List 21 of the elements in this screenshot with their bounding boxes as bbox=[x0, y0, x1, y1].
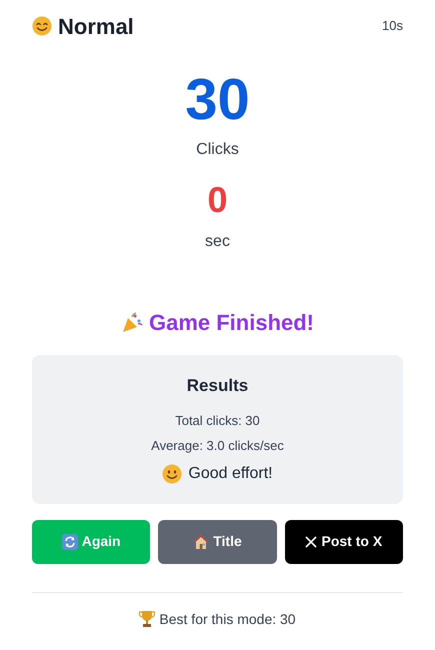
trophy-icon bbox=[139, 610, 156, 628]
x-logo-icon bbox=[305, 536, 318, 548]
result-line: Total clicks: 30 bbox=[175, 412, 260, 430]
smiling-face-icon bbox=[162, 464, 182, 484]
mode-title: Normal bbox=[58, 12, 134, 40]
verdict-text: Good effort! bbox=[188, 464, 273, 484]
smiling-face-icon bbox=[32, 16, 52, 36]
best-score: Best for this mode: 30 bbox=[159, 610, 296, 628]
refresh-icon bbox=[62, 534, 78, 550]
duration-label: 10s bbox=[382, 17, 403, 36]
party-popper-icon bbox=[120, 312, 143, 334]
click-count: 30 bbox=[185, 68, 250, 132]
clicks-label: Clicks bbox=[196, 140, 239, 160]
results-title: Results bbox=[186, 375, 248, 397]
seconds-label: sec bbox=[205, 232, 230, 252]
game-status: Game Finished! bbox=[148, 309, 314, 337]
post-button[interactable]: Post to X bbox=[284, 520, 403, 564]
result-line: Average: 3.0 clicks/sec bbox=[151, 437, 284, 455]
timer-value: 0 bbox=[207, 180, 228, 220]
house-icon bbox=[193, 534, 210, 550]
title-button[interactable]: Title bbox=[158, 520, 277, 564]
